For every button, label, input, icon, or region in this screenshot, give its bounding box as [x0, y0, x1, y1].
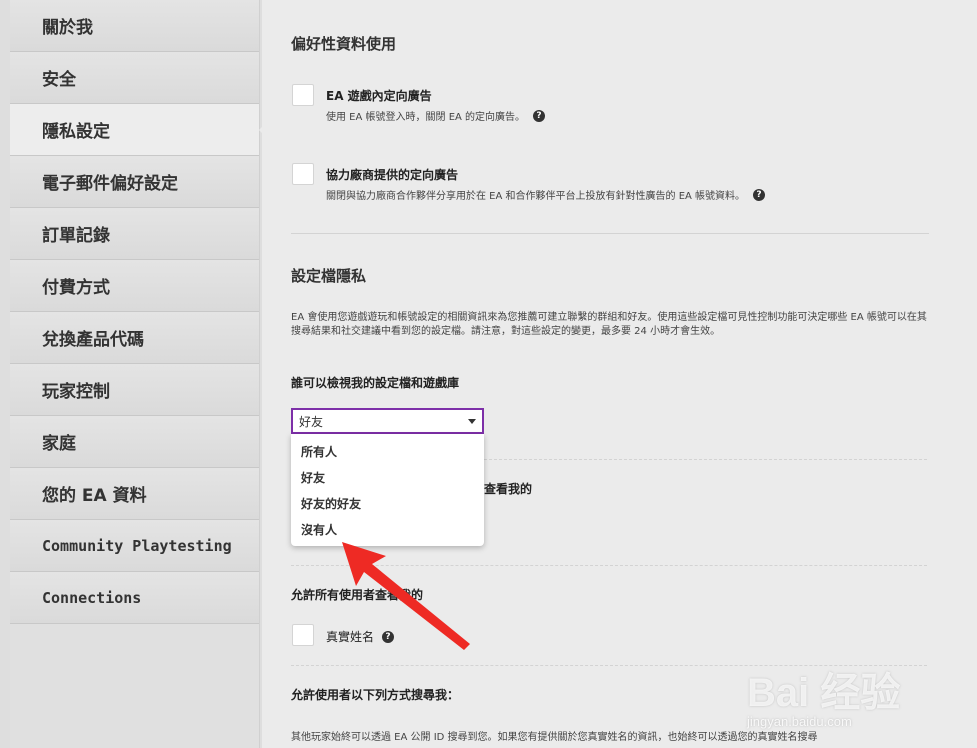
sidebar-item-community-playtesting[interactable]: Community Playtesting: [10, 520, 259, 572]
partner-ads-checkbox[interactable]: [292, 163, 314, 185]
select-value: 好友: [299, 414, 324, 429]
sidebar-nav: 關於我 安全 隱私設定 電子郵件偏好設定 訂單記錄 付費方式 兌換產品代碼 玩家…: [10, 0, 271, 748]
preferences-section-title: 偏好性資料使用: [291, 35, 397, 53]
sidebar-item-label: Connections: [42, 588, 142, 607]
partner-ads-description: 關閉與協力廠商合作夥伴分享用於在 EA 和合作夥伴平台上投放有針對性廣告的 EA…: [326, 187, 766, 202]
sidebar-item-label: 訂單記錄: [42, 226, 110, 246]
dropdown-option-friends-of-friends[interactable]: 好友的好友: [291, 490, 484, 516]
dropdown-option-friends[interactable]: 好友: [291, 464, 484, 490]
sidebar-item-label: 安全: [42, 70, 76, 90]
sidebar-item-family[interactable]: 家庭: [10, 416, 259, 468]
search-by-label: 允許使用者以下列方式搜尋我：: [291, 688, 460, 702]
red-arrow-annotation: [342, 542, 470, 650]
help-icon[interactable]: ?: [533, 109, 546, 122]
help-icon[interactable]: ?: [753, 188, 766, 201]
real-name-checkbox[interactable]: [292, 624, 314, 646]
section-divider: [291, 233, 929, 234]
sidebar-item-email-preferences[interactable]: 電子郵件偏好設定: [10, 156, 259, 208]
sidebar-item-label: 兌換產品代碼: [42, 330, 144, 350]
ingame-ads-desc-text: 使用 EA 帳號登入時，關閉 EA 的定向廣告。: [326, 112, 526, 123]
sidebar-item-label: 電子郵件偏好設定: [42, 174, 178, 194]
ingame-ads-checkbox[interactable]: [292, 84, 314, 106]
search-description: 其他玩家始終可以透過 EA 公開 ID 搜尋到您。如果您有提供關於您真實姓名的資…: [291, 732, 818, 743]
chevron-down-icon: [468, 419, 476, 424]
ingame-ads-description: 使用 EA 帳號登入時，關閉 EA 的定向廣告。 ?: [326, 108, 546, 123]
profile-privacy-title: 設定檔隱私: [291, 267, 367, 285]
sidebar-item-security[interactable]: 安全: [10, 52, 259, 104]
sidebar-item-label: 隱私設定: [42, 122, 110, 142]
sidebar-item-label: 家庭: [42, 434, 76, 454]
sidebar-item-label: 付費方式: [42, 278, 110, 298]
sidebar-item-label: Community Playtesting: [42, 536, 232, 555]
who-can-view-label: 誰可以檢視我的設定檔和遊戲庫: [291, 376, 460, 390]
dropdown-option-everyone[interactable]: 所有人: [291, 438, 484, 464]
sidebar-item-about-me[interactable]: 關於我: [10, 0, 259, 52]
sidebar-item-payment-methods[interactable]: 付費方式: [10, 260, 259, 312]
sidebar-item-label: 您的 EA 資料: [42, 486, 147, 506]
dashed-divider: [484, 459, 927, 460]
who-can-view-select[interactable]: 好友: [291, 408, 484, 434]
sidebar-item-redeem-code[interactable]: 兌換產品代碼: [10, 312, 259, 364]
profile-privacy-description: EA 會使用您遊戲遊玩和帳號設定的相關資訊來為您推薦可建立聯繫的群組和好友。使用…: [291, 312, 927, 337]
sidebar-item-label: 關於我: [42, 18, 93, 38]
arrow-shape: [342, 542, 470, 650]
partner-ads-label: 協力廠商提供的定向廣告: [326, 168, 459, 182]
sidebar-item-your-ea-data[interactable]: 您的 EA 資料: [10, 468, 259, 520]
dashed-divider: [291, 665, 927, 666]
sidebar-item-player-controls[interactable]: 玩家控制: [10, 364, 259, 416]
sidebar-item-privacy-settings[interactable]: 隱私設定: [10, 104, 271, 156]
ingame-ads-label: EA 遊戲內定向廣告: [326, 89, 432, 103]
sidebar-item-order-history[interactable]: 訂單記錄: [10, 208, 259, 260]
sidebar: 關於我 安全 隱私設定 電子郵件偏好設定 訂單記錄 付費方式 兌換產品代碼 玩家…: [0, 0, 271, 748]
partner-ads-desc-text: 關閉與協力廠商合作夥伴分享用於在 EA 和合作夥伴平台上投放有針對性廣告的 EA…: [326, 191, 746, 202]
sidebar-item-label: 玩家控制: [42, 382, 110, 402]
sidebar-item-connections[interactable]: Connections: [10, 572, 259, 624]
